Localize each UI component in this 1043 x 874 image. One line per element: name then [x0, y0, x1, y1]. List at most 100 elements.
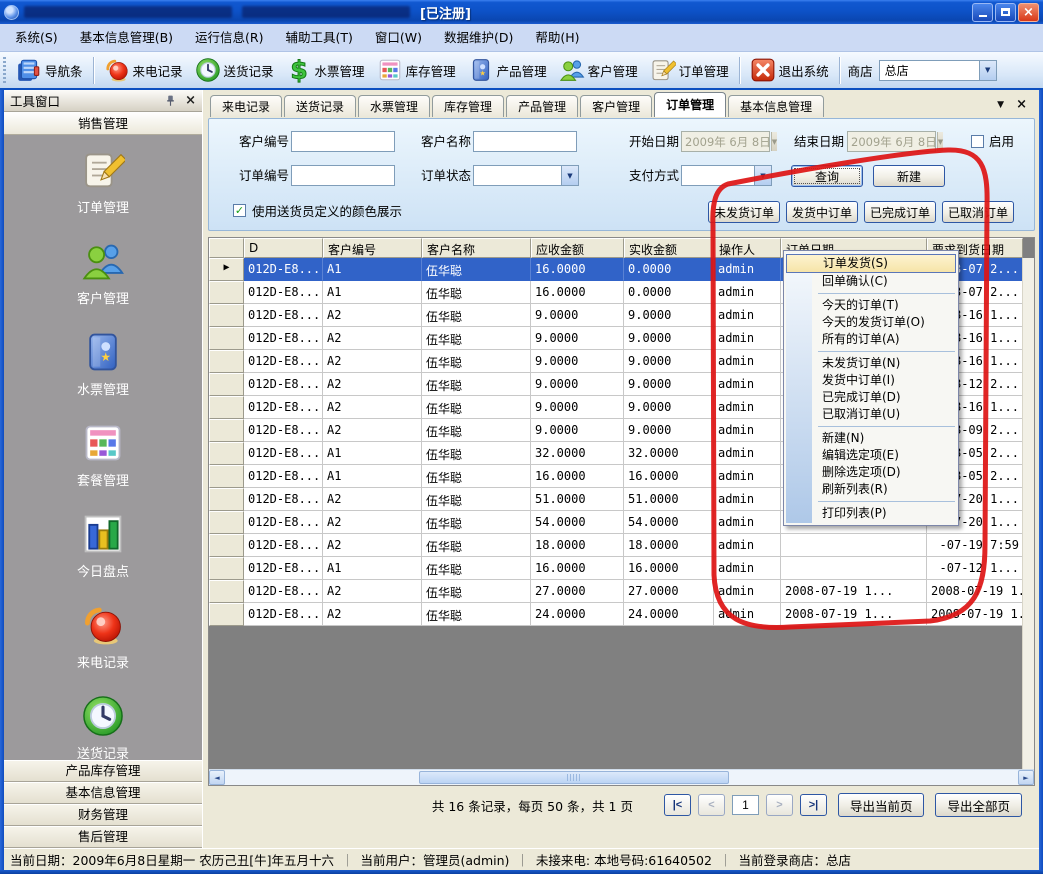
row-selector-cell[interactable] — [209, 396, 244, 419]
tab[interactable]: 库存管理 — [432, 95, 504, 117]
tab[interactable]: 来电记录 — [210, 95, 282, 117]
table-row[interactable]: 012D-E8...A2伍华聪18.000018.0000admin-07-19… — [209, 534, 1023, 557]
sidebar-item[interactable]: 客户管理 — [77, 239, 129, 307]
row-selector-cell[interactable] — [209, 580, 244, 603]
order-no-input[interactable] — [291, 165, 395, 186]
sidebar-item[interactable]: 订单管理 — [77, 148, 129, 216]
context-menu-item[interactable]: 今天的订单(T) — [784, 297, 958, 314]
toolbar-button-bell[interactable]: 来电记录 — [98, 54, 189, 86]
row-selector-cell[interactable] — [209, 373, 244, 396]
context-menu-item[interactable]: 打印列表(P) — [784, 505, 958, 522]
tab[interactable]: 客户管理 — [580, 95, 652, 117]
order-status-select[interactable]: ▼ — [473, 165, 579, 186]
store-select[interactable]: 总店▼ — [879, 60, 997, 81]
menu-item[interactable]: 数据维护(D) — [433, 24, 524, 51]
menu-item[interactable]: 窗口(W) — [364, 24, 433, 51]
horizontal-scrollbar-thumb[interactable] — [419, 771, 729, 784]
row-selector-cell[interactable] — [209, 603, 244, 626]
vertical-scrollbar[interactable] — [1022, 258, 1034, 771]
start-date-picker[interactable]: 2009年 6月 8日 ▼ — [681, 131, 770, 152]
sidebar-group-button[interactable]: 财务管理 — [4, 804, 202, 826]
sidebar-close-icon[interactable]: × — [185, 93, 196, 108]
column-header[interactable] — [209, 238, 244, 258]
pin-icon[interactable] — [164, 94, 177, 107]
scroll-left-icon[interactable]: ◄ — [209, 770, 225, 785]
row-selector-cell[interactable] — [209, 534, 244, 557]
column-header[interactable]: 客户编号 — [323, 238, 422, 258]
new-button[interactable]: 新建 — [873, 165, 945, 187]
tab[interactable]: 送货记录 — [284, 95, 356, 117]
order-status-filter-button[interactable]: 已取消订单 — [942, 201, 1014, 223]
maximize-button[interactable] — [995, 3, 1016, 22]
minimize-button[interactable] — [972, 3, 993, 22]
context-menu-item[interactable]: 刷新列表(R) — [784, 481, 958, 498]
menu-item[interactable]: 运行信息(R) — [184, 24, 274, 51]
tab-list-dropdown-icon[interactable]: ▼ — [997, 100, 1004, 110]
row-selector-cell[interactable] — [209, 442, 244, 465]
context-menu-item[interactable]: 已完成订单(D) — [784, 389, 958, 406]
toolbar-button-dollar[interactable]: 水票管理 — [280, 54, 371, 86]
customer-name-input[interactable] — [473, 131, 577, 152]
menu-item[interactable]: 帮助(H) — [524, 24, 590, 51]
first-page-button[interactable]: |< — [664, 794, 691, 816]
table-row[interactable]: 012D-E8...A1伍华聪16.000016.0000admin-07-12… — [209, 557, 1023, 580]
page-number-input[interactable] — [732, 795, 759, 815]
order-status-filter-button[interactable]: 已完成订单 — [864, 201, 936, 223]
order-status-filter-button[interactable]: 发货中订单 — [786, 201, 858, 223]
sidebar-group-button[interactable]: 基本信息管理 — [4, 782, 202, 804]
prev-page-button[interactable]: < — [698, 794, 725, 816]
sidebar-item[interactable]: 今日盘点 — [77, 512, 129, 580]
row-selector-cell[interactable] — [209, 304, 244, 327]
next-page-button[interactable]: > — [766, 794, 793, 816]
tab[interactable]: 订单管理 — [654, 92, 726, 117]
menu-item[interactable]: 基本信息管理(B) — [69, 24, 184, 51]
column-header[interactable]: 客户名称 — [422, 238, 531, 258]
context-menu-item[interactable]: 未发货订单(N) — [784, 355, 958, 372]
enable-checkbox[interactable] — [971, 135, 984, 148]
export-all-pages-button[interactable]: 导出全部页 — [935, 793, 1022, 817]
last-page-button[interactable]: >| — [800, 794, 827, 816]
row-selector-cell[interactable] — [209, 281, 244, 304]
menu-item[interactable]: 辅助工具(T) — [275, 24, 364, 51]
tab-close-icon[interactable]: × — [1016, 97, 1027, 112]
close-button[interactable]: × — [1018, 3, 1039, 22]
column-header[interactable]: D — [244, 238, 323, 258]
chevron-down-icon[interactable]: ▼ — [979, 61, 996, 80]
context-menu-item[interactable]: 发货中订单(I) — [784, 372, 958, 389]
context-menu-item[interactable]: 订单发货(S) — [786, 254, 956, 273]
row-selector-arrow-icon[interactable]: ▶ — [209, 258, 244, 281]
scroll-right-icon[interactable]: ► — [1018, 770, 1034, 785]
sidebar-group-sales-management[interactable]: 销售管理 — [4, 112, 202, 135]
end-date-picker[interactable]: 2009年 6月 8日 ▼ — [847, 131, 936, 152]
toolbar-button-bluebook[interactable]: 产品管理 — [462, 54, 553, 86]
context-menu-item[interactable]: 所有的订单(A) — [784, 331, 958, 348]
context-menu-item[interactable]: 删除选定项(D) — [784, 464, 958, 481]
customer-no-input[interactable] — [291, 131, 395, 152]
sidebar-item[interactable]: 水票管理 — [77, 330, 129, 398]
sidebar-item[interactable]: 来电记录 — [77, 603, 129, 671]
toolbar-button-grid[interactable]: 库存管理 — [371, 54, 462, 86]
export-current-page-button[interactable]: 导出当前页 — [838, 793, 925, 817]
row-selector-cell[interactable] — [209, 465, 244, 488]
title-bar[interactable]: [已注册] × — [0, 0, 1043, 24]
row-selector-cell[interactable] — [209, 350, 244, 373]
horizontal-scrollbar[interactable]: ◄ ► — [209, 769, 1034, 785]
query-button[interactable]: 查询 — [791, 165, 863, 187]
toolbar-button-navigator[interactable]: 导航条 — [10, 54, 89, 86]
sidebar-item[interactable]: 送货记录 — [77, 694, 129, 760]
table-row[interactable]: 012D-E8...A2伍华聪27.000027.0000admin2008-0… — [209, 580, 1023, 603]
sidebar-group-button[interactable]: 售后管理 — [4, 826, 202, 848]
tab[interactable]: 产品管理 — [506, 95, 578, 117]
sidebar-group-button[interactable]: 产品库存管理 — [4, 760, 202, 782]
context-menu-item[interactable]: 新建(N) — [784, 430, 958, 447]
toolbar-button-people[interactable]: 客户管理 — [553, 54, 644, 86]
context-menu-item[interactable]: 回单确认(C) — [784, 273, 958, 290]
column-header[interactable]: 操作人 — [714, 238, 781, 258]
pay-method-select[interactable]: ▼ — [681, 165, 772, 186]
toolbar-button-redx[interactable]: 退出系统 — [744, 54, 835, 86]
column-header[interactable]: 应收金额 — [531, 238, 624, 258]
row-selector-cell[interactable] — [209, 419, 244, 442]
column-header[interactable]: 实收金额 — [624, 238, 714, 258]
toolbar-button-clock[interactable]: 送货记录 — [189, 54, 280, 86]
context-menu-item[interactable]: 已取消订单(U) — [784, 406, 958, 423]
